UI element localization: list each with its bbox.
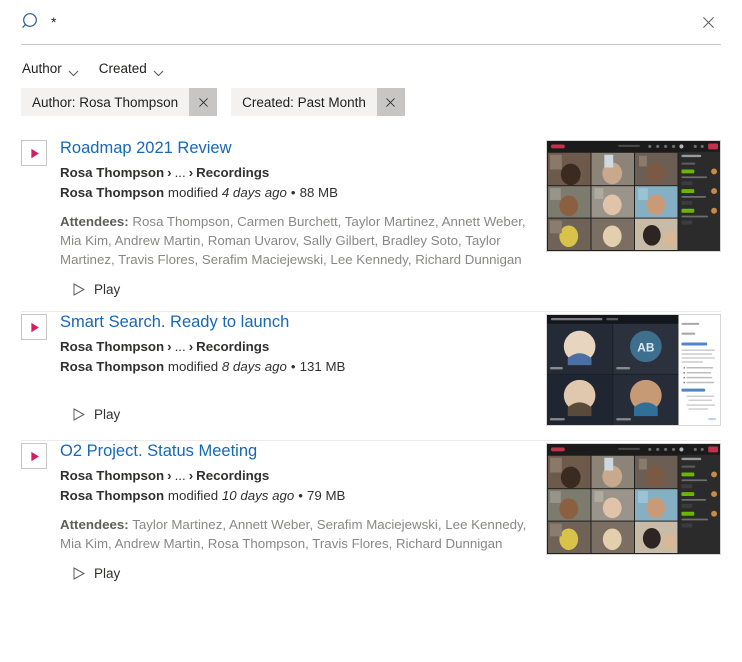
filter-dropdown-created-label: Created <box>98 61 147 76</box>
table-row[interactable]: Smart Search. Ready to launch Rosa Thomp… <box>21 312 721 440</box>
breadcrumb-folder: Recordings <box>196 339 270 354</box>
result-meta: Rosa Thompson modified 4 days ago • 88 MB <box>60 183 536 203</box>
chevron-right-icon: › <box>188 339 194 354</box>
meta-modified-when: 8 days ago <box>221 359 287 374</box>
meta-size: 79 MB <box>306 488 346 503</box>
meta-modified-when: 4 days ago <box>221 185 287 200</box>
filter-dropdown-row: Author Created <box>0 45 742 78</box>
breadcrumb-owner: Rosa Thompson <box>60 339 165 354</box>
meta-modified-when: 10 days ago <box>221 488 295 503</box>
result-meta: Rosa Thompson modified 10 days ago • 79 MB <box>60 486 536 506</box>
meta-separator-dot: • <box>290 359 296 374</box>
table-row[interactable]: O2 Project. Status Meeting Rosa Thompson… <box>21 441 721 595</box>
play-button-label: Play <box>94 282 121 297</box>
attendees-label: Attendees: <box>60 214 129 229</box>
meta-separator-dot: • <box>290 185 296 200</box>
result-title[interactable]: Roadmap 2021 Review <box>60 138 232 158</box>
result-body: O2 Project. Status Meeting Rosa Thompson… <box>47 441 546 581</box>
meta-size: 131 MB <box>299 359 346 374</box>
chevron-down-icon <box>153 65 164 77</box>
attendees-list: Taylor Martinez, Annett Weber, Serafim M… <box>60 517 527 551</box>
result-meta: Rosa Thompson modified 8 days ago • 131 MB <box>60 357 536 377</box>
meta-modified-by: Rosa Thompson <box>60 359 165 374</box>
meta-separator-dot: • <box>298 488 303 503</box>
chevron-right-icon: › <box>167 339 172 354</box>
meta-modified-word: modified <box>167 359 219 374</box>
search-results-list: Roadmap 2021 Review Rosa Thompson ›... › Re… <box>0 138 742 595</box>
filter-dropdown-author[interactable]: Author <box>21 59 80 78</box>
video-play-icon <box>21 443 47 469</box>
meta-modified-word: modified <box>167 488 219 503</box>
breadcrumb: Rosa Thompson ›... › Recordings <box>60 466 536 486</box>
result-body: Roadmap 2021 Review Rosa Thompson ›... › Re… <box>47 138 546 297</box>
filter-dropdown-author-label: Author <box>22 61 62 76</box>
meta-modified-word: modified <box>167 185 219 200</box>
breadcrumb-ellipsis: ... <box>174 468 186 483</box>
result-thumbnail[interactable]: AB <box>546 314 721 426</box>
breadcrumb-owner: Rosa Thompson <box>60 165 165 180</box>
play-icon <box>73 283 86 296</box>
breadcrumb: Rosa Thompson ›... › Recordings <box>60 163 536 183</box>
search-results-page: Author Created Author: Rosa Thompson Cre… <box>0 0 742 662</box>
play-button[interactable]: Play <box>73 282 120 297</box>
close-icon[interactable] <box>376 88 405 116</box>
close-icon[interactable] <box>189 88 218 116</box>
video-play-icon <box>21 140 47 166</box>
attendees-row: Attendees: Rosa Thompson, Carmen Burchet… <box>60 212 536 269</box>
avatar-initials: AB <box>637 340 654 354</box>
play-button[interactable]: Play <box>73 566 120 581</box>
result-title[interactable]: O2 Project. Status Meeting <box>60 441 257 461</box>
filter-chip-created-label: Created: Past Month <box>242 94 366 110</box>
search-bar <box>21 0 721 45</box>
breadcrumb-ellipsis: ... <box>174 165 186 180</box>
result-title[interactable]: Smart Search. Ready to launch <box>60 312 289 332</box>
active-filter-chips: Author: Rosa Thompson Created: Past Mont… <box>0 78 742 116</box>
play-button-label: Play <box>94 566 121 581</box>
result-body: Smart Search. Ready to launch Rosa Thomp… <box>47 312 546 426</box>
search-icon <box>21 11 43 33</box>
play-button[interactable]: Play <box>73 407 120 422</box>
meta-modified-by: Rosa Thompson <box>60 185 165 200</box>
filter-chip-author[interactable]: Author: Rosa Thompson <box>21 88 218 116</box>
meta-size: 88 MB <box>299 185 338 200</box>
table-row[interactable]: Roadmap 2021 Review Rosa Thompson ›... › Re… <box>21 138 721 311</box>
chevron-right-icon: › <box>188 165 194 180</box>
meta-modified-by: Rosa Thompson <box>60 488 165 503</box>
result-thumbnail[interactable] <box>546 140 721 252</box>
chevron-right-icon: › <box>167 468 172 483</box>
chevron-right-icon: › <box>188 468 194 483</box>
breadcrumb-folder: Recordings <box>196 165 270 180</box>
attendees-row: Attendees: Taylor Martinez, Annett Weber… <box>60 515 536 553</box>
filter-chip-created[interactable]: Created: Past Month <box>231 88 405 116</box>
search-input[interactable] <box>47 9 695 35</box>
close-icon[interactable] <box>695 9 721 35</box>
filter-chip-author-label: Author: Rosa Thompson <box>32 94 179 110</box>
breadcrumb-owner: Rosa Thompson <box>60 468 165 483</box>
result-thumbnail[interactable] <box>546 443 721 555</box>
chevron-down-icon <box>68 65 79 77</box>
breadcrumb-ellipsis: ... <box>174 339 186 354</box>
play-button-label: Play <box>94 407 121 422</box>
play-icon <box>73 567 86 580</box>
breadcrumb: Rosa Thompson ›... › Recordings <box>60 337 536 357</box>
play-icon <box>73 408 86 421</box>
attendees-label: Attendees: <box>60 517 129 532</box>
filter-dropdown-created[interactable]: Created <box>98 59 165 78</box>
chevron-right-icon: › <box>167 165 172 180</box>
breadcrumb-folder: Recordings <box>196 468 270 483</box>
video-play-icon <box>21 314 47 340</box>
attendees-list: Rosa Thompson, Carmen Burchett, Taylor M… <box>60 214 526 267</box>
